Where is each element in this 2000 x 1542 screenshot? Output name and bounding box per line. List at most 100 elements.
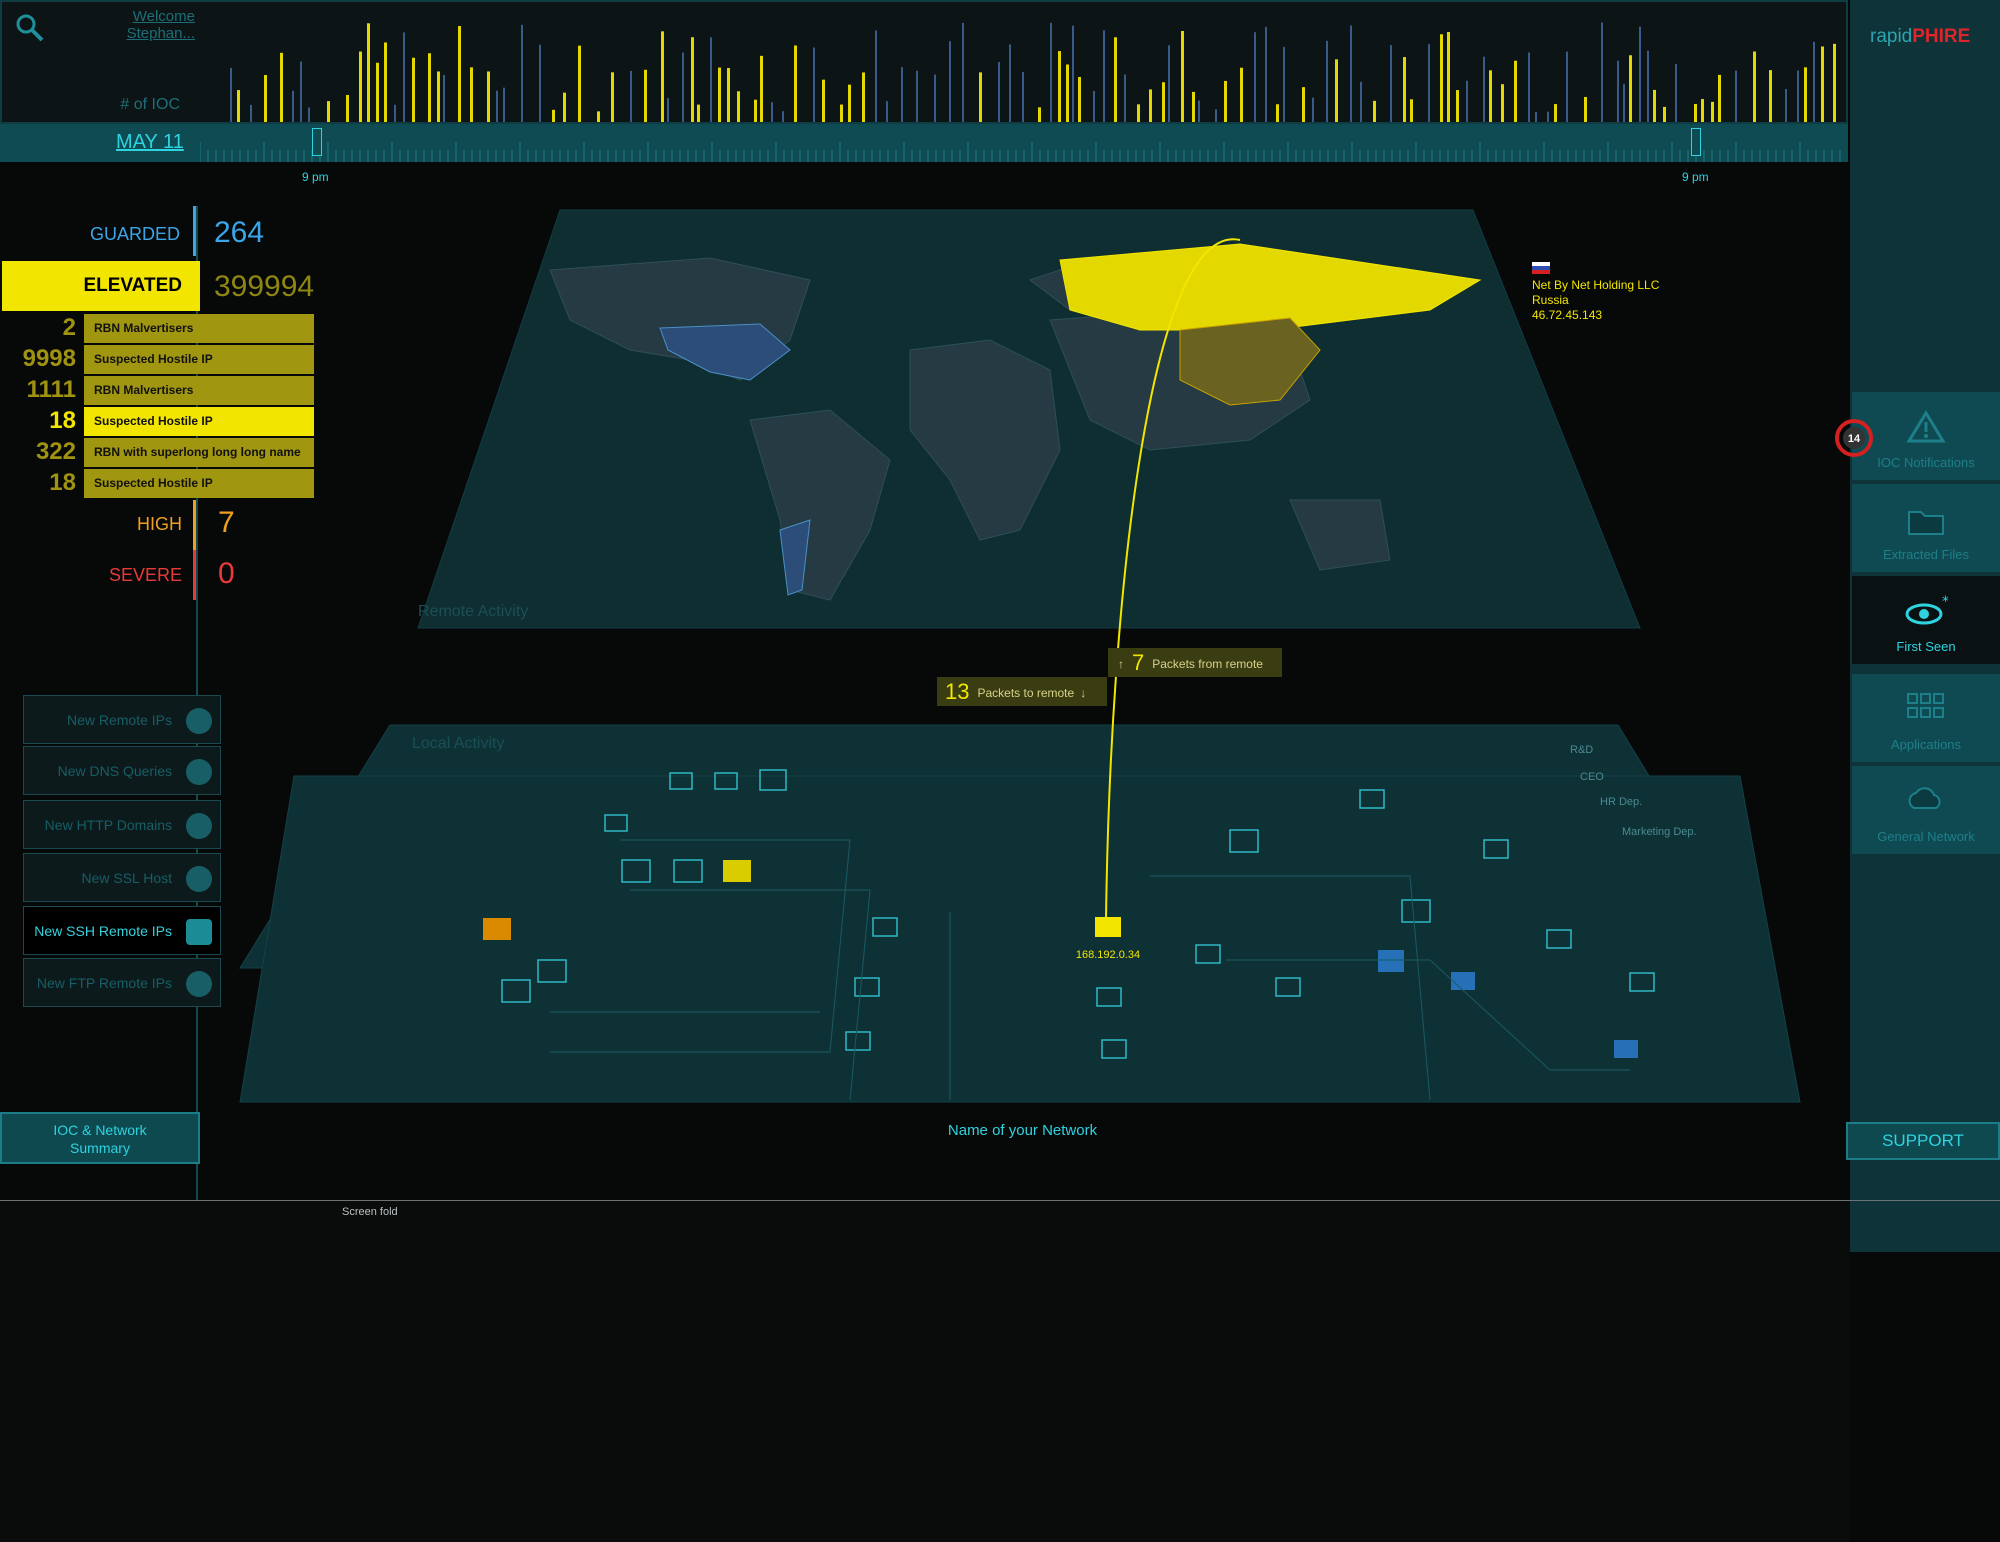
- histogram-bar: [875, 30, 877, 123]
- russia-flag-icon: [1532, 262, 1550, 274]
- ioc-axis-label: # of IOC: [120, 96, 180, 113]
- nav-general-network[interactable]: General Network: [1852, 766, 2000, 854]
- histogram-bar: [458, 26, 461, 122]
- histogram-bar: [1547, 111, 1549, 122]
- histogram-bar: [1224, 80, 1227, 122]
- histogram-bar: [661, 31, 664, 123]
- histogram-bar: [1617, 60, 1619, 122]
- elevated-level[interactable]: ELEVATED: [2, 261, 200, 311]
- histogram-bar: [1735, 70, 1737, 122]
- histogram-bar: [1137, 104, 1140, 122]
- histogram-bar: [1066, 64, 1069, 122]
- ioc-count: 322: [35, 438, 76, 465]
- histogram-bar: [376, 62, 379, 122]
- histogram-bar: [1192, 91, 1195, 122]
- histogram-bar: [737, 91, 740, 122]
- ioc-network-summary-button[interactable]: IOC & Network Summary: [0, 1112, 200, 1164]
- histogram-bar: [264, 75, 267, 122]
- remote-activity-label: Remote Activity: [418, 603, 528, 620]
- histogram-bar: [901, 67, 903, 122]
- legend-rd: R&D: [1570, 744, 1593, 756]
- histogram-bar: [1022, 72, 1024, 122]
- packets-from-remote: ↑ 7 Packets from remote: [1108, 648, 1282, 677]
- histogram-bar: [1093, 91, 1095, 122]
- histogram-bar: [327, 101, 330, 122]
- histogram-bar: [1050, 22, 1052, 123]
- histogram-bar: [1162, 82, 1165, 122]
- tooltip-ip: 46.72.45.143: [1532, 308, 1603, 322]
- histogram-bar: [1483, 56, 1485, 122]
- histogram-bar: [1675, 64, 1677, 122]
- histogram-bar: [1198, 100, 1200, 122]
- filter-label: New DNS Queries: [57, 763, 172, 779]
- warning-icon: [1906, 410, 1946, 443]
- histogram-bar: [1283, 46, 1285, 123]
- local-node-ip: 168.192.0.34: [1076, 949, 1140, 961]
- histogram-bar: [1240, 67, 1243, 122]
- histogram-bar: [1566, 51, 1568, 122]
- histogram-bar: [280, 52, 283, 122]
- timeline-handle-right[interactable]: [1691, 128, 1701, 156]
- histogram-bar: [300, 61, 302, 122]
- histogram-bar: [754, 99, 757, 122]
- welcome-text[interactable]: Welcome Stephan...: [110, 8, 195, 42]
- histogram-bar: [1149, 89, 1152, 122]
- histogram-bar: [1009, 44, 1011, 122]
- histogram-bar: [979, 72, 982, 122]
- histogram-bar: [1535, 111, 1537, 122]
- histogram-bar: [384, 42, 387, 122]
- histogram-bar: [1124, 74, 1126, 122]
- notification-badge[interactable]: 14: [1834, 418, 1874, 458]
- histogram-bar: [813, 47, 815, 122]
- nav-first-seen[interactable]: * First Seen: [1852, 576, 2000, 664]
- packets-to-count: 13: [945, 679, 970, 704]
- guarded-label: GUARDED: [89, 224, 180, 244]
- brand-logo: rapidPHIRE: [1870, 26, 1970, 48]
- filter-label: New Remote IPs: [66, 712, 172, 728]
- local-activity-label: Local Activity: [412, 735, 504, 752]
- network-name: Name of your Network: [947, 1122, 1098, 1139]
- histogram-bar: [412, 57, 415, 122]
- below-fold-area: [0, 1201, 1850, 1542]
- node-elevated: [723, 860, 751, 882]
- histogram-bar: [998, 62, 1000, 122]
- histogram-bar: [1514, 60, 1517, 122]
- summary-line1: IOC & Network: [53, 1122, 147, 1138]
- cloud-icon: [1908, 787, 1941, 809]
- histogram-bar: [1038, 107, 1041, 122]
- histogram-bar: [1833, 43, 1836, 123]
- time-mark-right: 9 pm: [1682, 170, 1709, 184]
- histogram-bar: [563, 92, 566, 122]
- histogram-bar: [1447, 32, 1450, 122]
- activity-visualization: Remote Activity Local Activity 168.192.0…: [239, 209, 1801, 1103]
- support-button[interactable]: SUPPORT: [1846, 1122, 2000, 1160]
- filter-label: New FTP Remote IPs: [36, 975, 172, 991]
- histogram-bar: [1410, 99, 1413, 122]
- date-label[interactable]: MAY 11: [116, 131, 184, 154]
- ioc-histogram[interactable]: [200, 0, 1848, 124]
- histogram-bar: [1168, 45, 1170, 122]
- histogram-bar: [822, 79, 825, 122]
- timeline-ticks: [200, 142, 1841, 162]
- nav-ioc-notifications[interactable]: IOC Notifications: [1852, 392, 2000, 480]
- local-activity-plane: [239, 775, 1801, 1103]
- histogram-bar: [1456, 90, 1459, 122]
- histogram-bar: [496, 90, 498, 122]
- eye-icon: *: [1905, 594, 1949, 625]
- nav-applications[interactable]: Applications: [1852, 674, 2000, 762]
- histogram-bar: [611, 72, 614, 122]
- nav-extracted-files[interactable]: Extracted Files: [1852, 484, 2000, 572]
- search-icon[interactable]: [14, 12, 46, 44]
- histogram-bar: [1335, 59, 1338, 122]
- histogram-bar: [771, 102, 773, 122]
- elevated-label: ELEVATED: [83, 275, 182, 296]
- histogram-bar: [1058, 51, 1061, 123]
- histogram-bar: [1390, 45, 1392, 122]
- histogram-bar: [1753, 51, 1756, 122]
- nav-label: Extracted Files: [1883, 547, 1969, 562]
- histogram-bar: [1711, 101, 1714, 122]
- svg-text:*: *: [1942, 594, 1948, 610]
- timeline-handle-left[interactable]: [312, 128, 322, 156]
- tooltip-org: Net By Net Holding LLC: [1532, 278, 1660, 292]
- nav-label: Applications: [1890, 737, 1962, 752]
